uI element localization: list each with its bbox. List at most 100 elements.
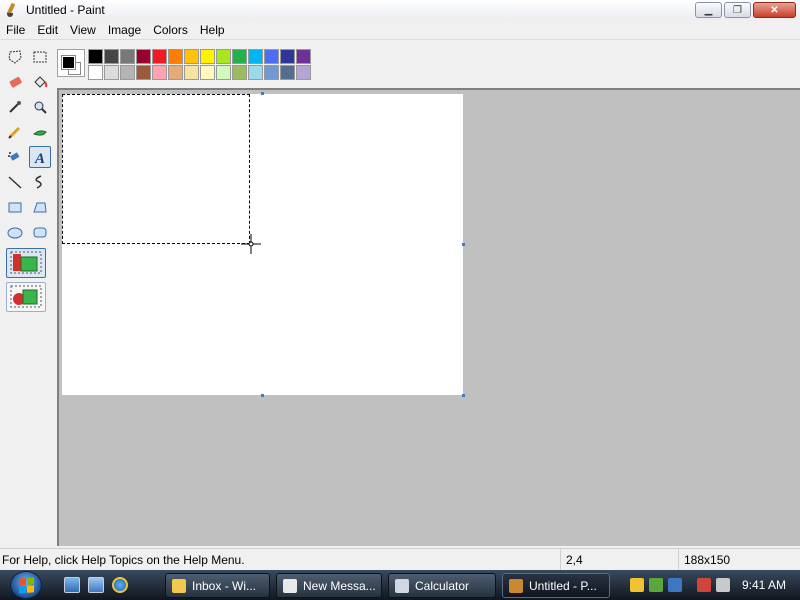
menu-file[interactable]: File [0, 23, 31, 37]
status-bar: For Help, click Help Topics on the Help … [0, 548, 800, 571]
color-swatch[interactable] [152, 65, 167, 80]
color-swatch[interactable] [248, 49, 263, 64]
color-picker-tool[interactable] [4, 96, 26, 118]
paint-icon [509, 578, 523, 593]
color-swatch[interactable] [296, 49, 311, 64]
ellipse-tool[interactable] [4, 221, 26, 243]
color-swatch[interactable] [168, 49, 183, 64]
curve-icon [35, 175, 42, 189]
color-swatch[interactable] [200, 49, 215, 64]
color-swatches [88, 49, 327, 80]
color-swatch[interactable] [280, 65, 295, 80]
network-status-icon[interactable] [668, 578, 682, 592]
transparent-background-icon [10, 285, 42, 308]
magnifier-icon [34, 101, 47, 114]
color-swatch[interactable] [264, 65, 279, 80]
text-tool[interactable]: A [29, 146, 51, 168]
polygon-icon [33, 202, 47, 213]
transparent-option-button[interactable] [6, 282, 46, 312]
color-picker-icon [9, 101, 21, 113]
switch-windows-icon[interactable] [88, 577, 104, 593]
color-swatch[interactable] [248, 65, 263, 80]
menu-colors[interactable]: Colors [147, 23, 194, 37]
color-swatch[interactable] [296, 65, 311, 80]
taskbar-button-paint[interactable]: Untitled - P... [502, 573, 610, 598]
airbrush-tool[interactable] [4, 146, 26, 168]
rect-select-tool[interactable] [29, 46, 51, 68]
color-swatch[interactable] [232, 65, 247, 80]
crosshair-cursor-icon [241, 234, 261, 254]
color-swatch[interactable] [216, 49, 231, 64]
maximize-button[interactable]: ❐ [724, 2, 751, 18]
taskbar-button-calculator[interactable]: Calculator [388, 573, 496, 598]
menu-image[interactable]: Image [102, 23, 147, 37]
eraser-tool[interactable] [4, 71, 26, 93]
rounded-rect-tool[interactable] [29, 221, 51, 243]
svg-text:A: A [34, 151, 45, 166]
network-disconnected-icon[interactable] [697, 578, 711, 592]
color-swatch[interactable] [136, 49, 151, 64]
free-select-tool[interactable] [4, 46, 26, 68]
calculator-icon [395, 578, 409, 593]
canvas-resize-handle-right[interactable] [462, 243, 465, 246]
color-swatch[interactable] [120, 49, 135, 64]
windows-logo-icon [19, 577, 34, 594]
message-icon [283, 578, 297, 593]
title-bar[interactable]: Untitled - Paint ▁ ❐ ✕ [0, 0, 800, 20]
rect-select-icon [33, 51, 47, 63]
color-swatch[interactable] [280, 49, 295, 64]
canvas-resize-handle-top[interactable] [261, 92, 264, 95]
color-swatch[interactable] [88, 49, 103, 64]
color-palette-bar [0, 41, 800, 87]
close-button[interactable]: ✕ [753, 2, 796, 18]
line-tool[interactable] [4, 171, 26, 193]
opaque-option-button[interactable] [6, 248, 46, 278]
taskbar-label: Calculator [415, 578, 470, 593]
internet-explorer-icon[interactable] [112, 577, 128, 593]
taskbar-button-inbox[interactable]: Inbox - Wi... [165, 573, 270, 598]
current-colors[interactable] [57, 49, 85, 77]
line-icon [8, 176, 22, 189]
pencil-tool[interactable] [4, 121, 26, 143]
update-icon[interactable] [649, 578, 663, 592]
menu-help[interactable]: Help [194, 23, 231, 37]
curve-tool[interactable] [29, 171, 51, 193]
security-shield-icon[interactable] [630, 578, 644, 592]
color-swatch[interactable] [200, 65, 215, 80]
color-swatch[interactable] [152, 49, 167, 64]
show-desktop-icon[interactable] [64, 577, 80, 593]
menu-edit[interactable]: Edit [31, 23, 64, 37]
volume-muted-icon[interactable] [716, 578, 730, 592]
rectangle-icon [8, 202, 22, 213]
minimize-button[interactable]: ▁ [695, 2, 722, 18]
canvas-resize-handle-bottom[interactable] [261, 394, 264, 397]
foreground-color-swatch[interactable] [61, 55, 76, 70]
color-swatch[interactable] [104, 49, 119, 64]
rectangle-tool[interactable] [4, 196, 26, 218]
color-swatch[interactable] [88, 65, 103, 80]
start-button[interactable] [10, 571, 42, 599]
canvas-resize-handle-corner[interactable] [462, 394, 465, 397]
color-swatch[interactable] [184, 49, 199, 64]
brush-tool[interactable] [29, 121, 51, 143]
color-swatch[interactable] [120, 65, 135, 80]
color-swatch[interactable] [184, 65, 199, 80]
color-swatch[interactable] [136, 65, 151, 80]
taskbar: Inbox - Wi... New Messa... Calculator Un… [0, 570, 800, 600]
paint-app-icon[interactable] [4, 2, 18, 17]
magnifier-tool[interactable] [29, 96, 51, 118]
color-swatch[interactable] [232, 49, 247, 64]
color-swatch[interactable] [216, 65, 231, 80]
text-selection-box[interactable] [62, 94, 250, 244]
toolbox: A [0, 43, 56, 543]
taskbar-button-new-message[interactable]: New Messa... [276, 573, 382, 598]
polygon-tool[interactable] [29, 196, 51, 218]
color-swatch[interactable] [168, 65, 183, 80]
color-swatch[interactable] [104, 65, 119, 80]
free-select-icon [8, 50, 22, 64]
fill-tool[interactable] [29, 71, 51, 93]
canvas-workspace[interactable] [57, 88, 800, 546]
color-swatch[interactable] [264, 49, 279, 64]
menu-view[interactable]: View [64, 23, 102, 37]
taskbar-clock[interactable]: 9:41 AM [742, 578, 786, 592]
